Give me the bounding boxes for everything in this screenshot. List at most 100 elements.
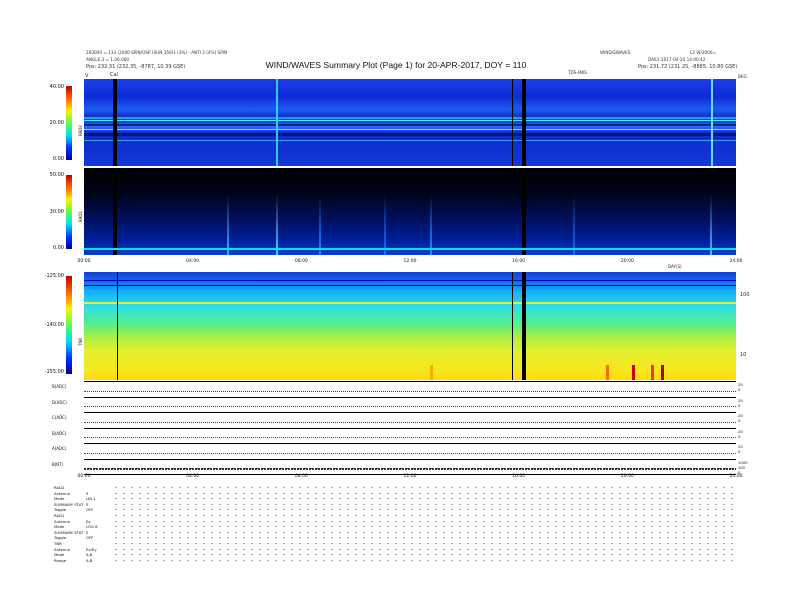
tnr-colorbar: [66, 276, 72, 374]
config-key: Mode: [54, 552, 65, 558]
rad2-gap: [113, 79, 118, 166]
rad2-band: [84, 119, 736, 121]
bnt-trace: [84, 467, 736, 470]
meta-right-3: DAILY 2017-04-20 14:00:42: [648, 57, 706, 62]
swaves-xtick: 04:00: [186, 474, 200, 479]
rad2-colorbar: [66, 86, 72, 160]
config-dots: [112, 520, 736, 522]
rad1-burst: [709, 194, 712, 255]
rad2-ytick-bottom: 0.00: [52, 156, 64, 162]
rad2-band: [84, 132, 736, 136]
tnr-band: [84, 341, 736, 343]
rad2-burst: [711, 79, 714, 166]
position-right: Pos: 231.72 (231.25, -8885, 10.80 GSE): [638, 64, 738, 70]
config-dots: [112, 492, 736, 494]
swaves-row-label: D(ADC): [52, 399, 67, 405]
config-key: Antenna: [54, 518, 70, 524]
swaves-xtick: 00:00: [77, 474, 91, 479]
meta-left-2: ANGLE 3 = 1.00.000: [86, 57, 130, 62]
config-value: A,B: [86, 552, 93, 558]
swaves-row-trace: [84, 421, 736, 424]
tnr-spike: [605, 364, 609, 380]
rad1-xtick: 00:00: [77, 259, 91, 264]
swaves-row-label: B(NT): [52, 461, 64, 467]
config-dots: [112, 515, 736, 516]
swaves-row-divider: [84, 396, 736, 398]
config-dots: [112, 559, 736, 561]
config-dots: [112, 509, 736, 511]
config-key: Toggle: [54, 535, 67, 541]
rad1-burst: [383, 194, 386, 255]
swaves-row-trace: [84, 390, 736, 393]
swaves-row-divider: [84, 381, 736, 382]
tnr-right-tick-100: 100: [740, 292, 750, 298]
rad1-burst: [573, 194, 575, 255]
swaves-row-label: C(ADC): [52, 415, 67, 420]
rad1-ytick-mid: 30.00: [49, 209, 64, 215]
rad1-xtick: 20:00: [620, 259, 634, 264]
rad1-colorbar: [66, 175, 72, 249]
cal-label: Cal: [110, 72, 118, 78]
config-dots: [112, 543, 736, 544]
swaves-xtick: 24:00: [729, 474, 743, 479]
rad2-ytick-top: 40.00: [49, 84, 64, 90]
config-key: Antenna: [54, 490, 70, 496]
tnr-spike: [661, 364, 665, 380]
tnr-spike: [429, 364, 433, 380]
swaves-xtick: 08:00: [294, 474, 308, 479]
rad1-xtick: 24:00: [729, 259, 743, 264]
rad2-band: [84, 128, 736, 130]
rad1-lowband: [84, 248, 736, 251]
config-key: Mode: [54, 496, 65, 502]
config-dots: [112, 526, 736, 528]
config-value: LIN 1: [86, 496, 96, 502]
tnr-right-label: DAY(S): [668, 264, 682, 269]
swaves-row-trace: [84, 406, 736, 408]
config-key: TNR: [54, 541, 62, 546]
swaves-row-divider: [84, 443, 736, 444]
config-key: RAD2: [54, 485, 65, 490]
swaves-xtick: 20:00: [620, 474, 634, 479]
config-value: S: [86, 490, 89, 496]
swaves-row-right-tick: 0: [738, 449, 741, 454]
swaves-xtick: 12:00: [403, 474, 417, 479]
rad1-burst: [276, 194, 279, 255]
tnr-spectrogram: [84, 272, 736, 380]
rad1-burst: [318, 194, 321, 255]
swaves-row-label: B(ADC): [52, 384, 67, 389]
rad2-ylabel: RAD2: [78, 125, 83, 136]
rad2-band: [84, 139, 736, 141]
config-value: OFF: [86, 535, 94, 541]
config-value: LOG 8: [86, 524, 98, 530]
tnr-spike: [651, 364, 655, 380]
rad1-ytick-top: 50.00: [49, 172, 64, 178]
meta-right-2: L2 W/2000=: [690, 50, 717, 55]
rad1-ylabel: RAD1: [78, 211, 83, 222]
config-dots: [112, 487, 736, 488]
rad2-band: [84, 124, 736, 127]
rad1-gap: [522, 168, 527, 255]
swaves-row-label: A(ADC): [52, 446, 67, 451]
config-key: Toggle: [54, 507, 67, 513]
config-key: SUMMARY STAT: [54, 501, 84, 507]
config-dots: [112, 531, 736, 533]
config-key: Antenna: [54, 546, 70, 552]
rad1-xtick: 04:00: [186, 259, 200, 264]
swaves-row-trace: [84, 452, 736, 455]
config-key: Range: [54, 557, 67, 563]
rad1-gap: [113, 168, 118, 255]
position-left: Pos: 232.31 (232.35, -8787, 10.39 GSE): [86, 64, 186, 70]
tnr-ytick-top: -125.00: [44, 273, 64, 279]
rad2-gap: [522, 79, 527, 166]
config-key: Mode: [54, 524, 65, 530]
config-dots: [112, 554, 736, 556]
rad1-spectrogram: [84, 168, 736, 255]
rad2-burst: [276, 79, 279, 166]
swaves-row-divider: [84, 458, 736, 460]
tnr-gap: [522, 272, 527, 380]
swaves-row-right-tick: 0: [738, 402, 741, 408]
rad1-xtick: 12:00: [403, 259, 417, 264]
config-dots: [112, 498, 736, 500]
meta-left-1: 160000 = 133 (2000 SPIN/OSP (SUN 350/1 (…: [86, 50, 228, 55]
tnr-ytick-mid: -140.00: [44, 322, 64, 328]
